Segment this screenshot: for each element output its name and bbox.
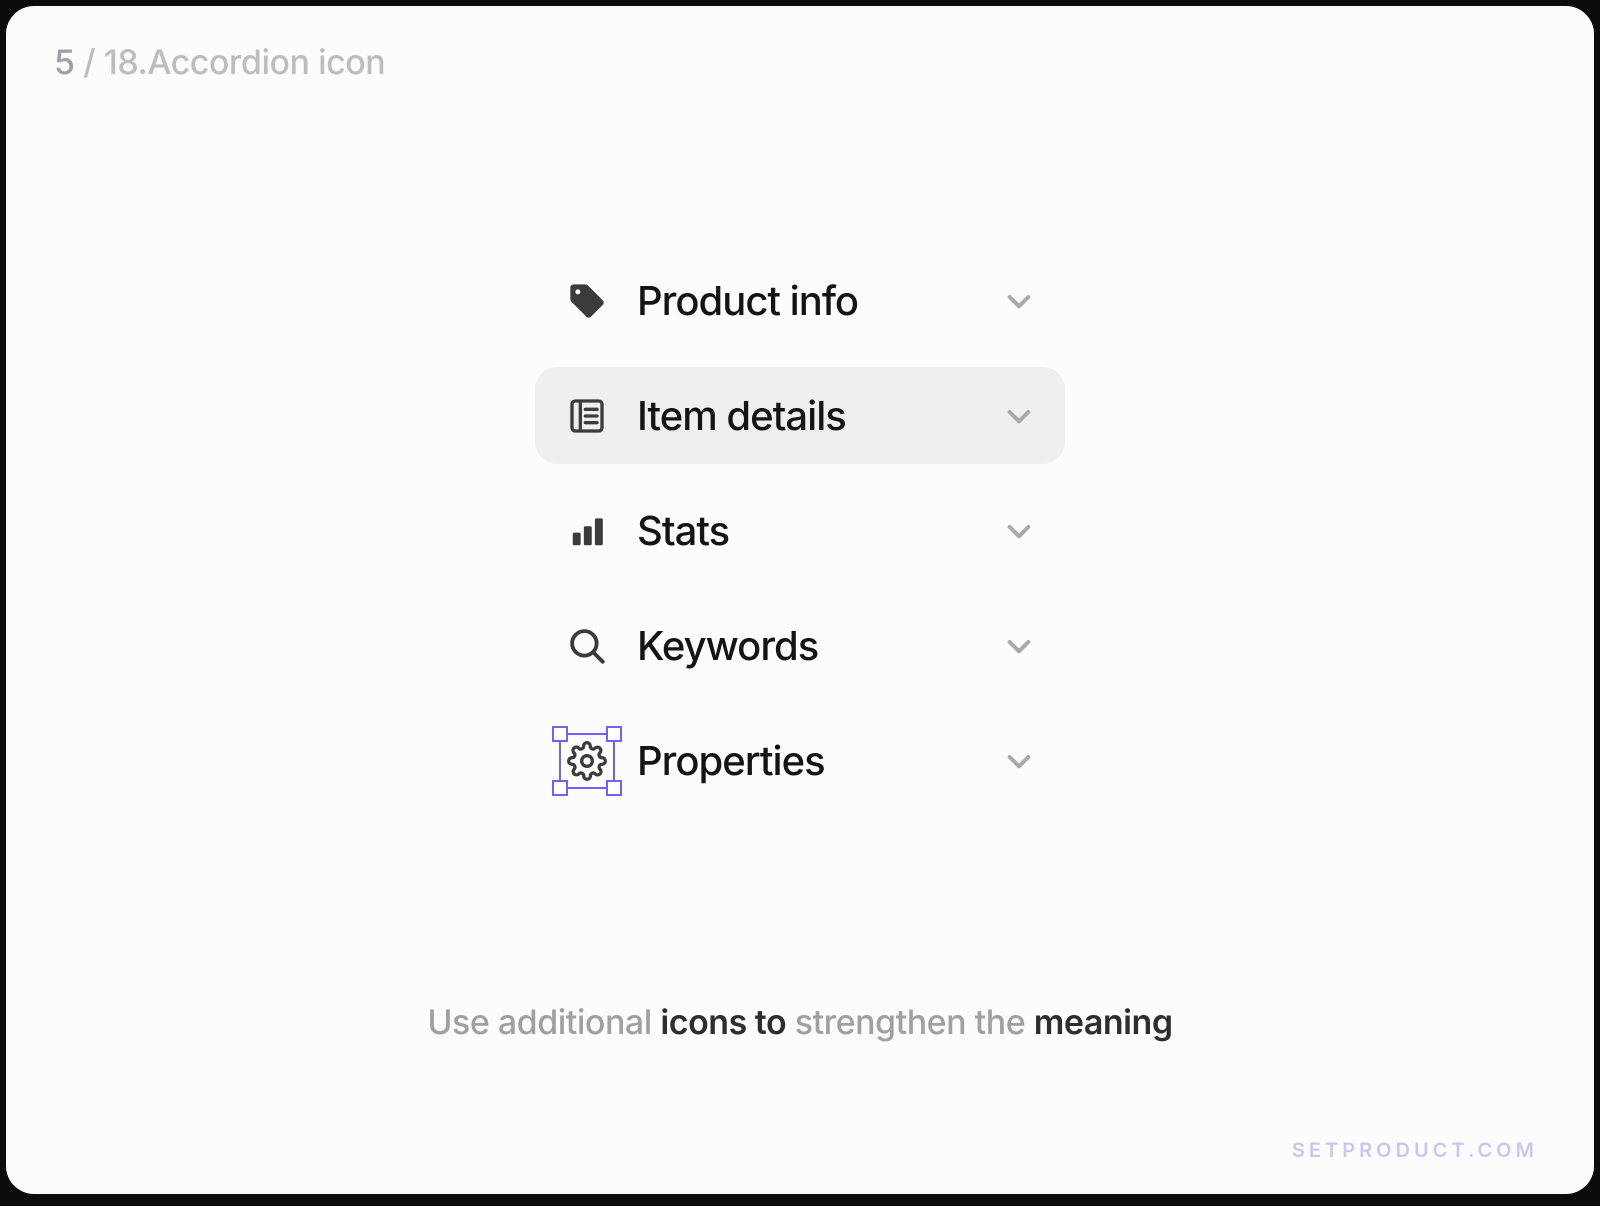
accordion-row-stats[interactable]: Stats [535,482,1065,579]
accordion-label: Item details [637,391,975,440]
accordion-label: Keywords [637,621,975,670]
bars-icon [565,509,609,553]
chevron-down-icon [1003,515,1035,547]
accordion: Product info Item details Stats [535,252,1065,809]
breadcrumb-dot: . [138,42,148,83]
breadcrumb-total: 18 [104,42,138,83]
accordion-label: Product info [637,276,975,325]
breadcrumb-sep: / [75,42,104,83]
accordion-row-product-info[interactable]: Product info [535,252,1065,349]
watermark: SETPRODUCT.COM [1292,1138,1538,1162]
caption-bold: meaning [1034,1002,1173,1043]
tag-icon [565,279,609,323]
chevron-down-icon [1003,400,1035,432]
slide-card: 5 / 18.Accordion icon Product info Item … [6,6,1594,1194]
accordion-label: Stats [637,506,975,555]
selection-handle-tr[interactable] [606,726,622,742]
slide-caption: Use additional icons to strengthen the m… [6,1002,1594,1043]
caption-part: strengthen the [786,1002,1034,1043]
caption-bold: icons to [660,1002,786,1043]
selection-handle-br[interactable] [606,780,622,796]
accordion-label: Properties [637,736,975,785]
chevron-down-icon [1003,745,1035,777]
chevron-down-icon [1003,630,1035,662]
selection-handle-bl[interactable] [552,780,568,796]
caption-part: Use additional [427,1002,660,1043]
accordion-row-keywords[interactable]: Keywords [535,597,1065,694]
gear-icon[interactable] [565,739,609,783]
breadcrumb-index: 5 [54,42,75,83]
selection-outline[interactable] [559,733,615,789]
breadcrumb: 5 / 18.Accordion icon [54,42,385,83]
selection-handle-tl[interactable] [552,726,568,742]
breadcrumb-title: Accordion icon [147,42,385,83]
chevron-down-icon [1003,285,1035,317]
accordion-row-properties[interactable]: Properties [535,712,1065,809]
accordion-row-item-details[interactable]: Item details [535,367,1065,464]
document-icon [565,394,609,438]
search-icon [565,624,609,668]
